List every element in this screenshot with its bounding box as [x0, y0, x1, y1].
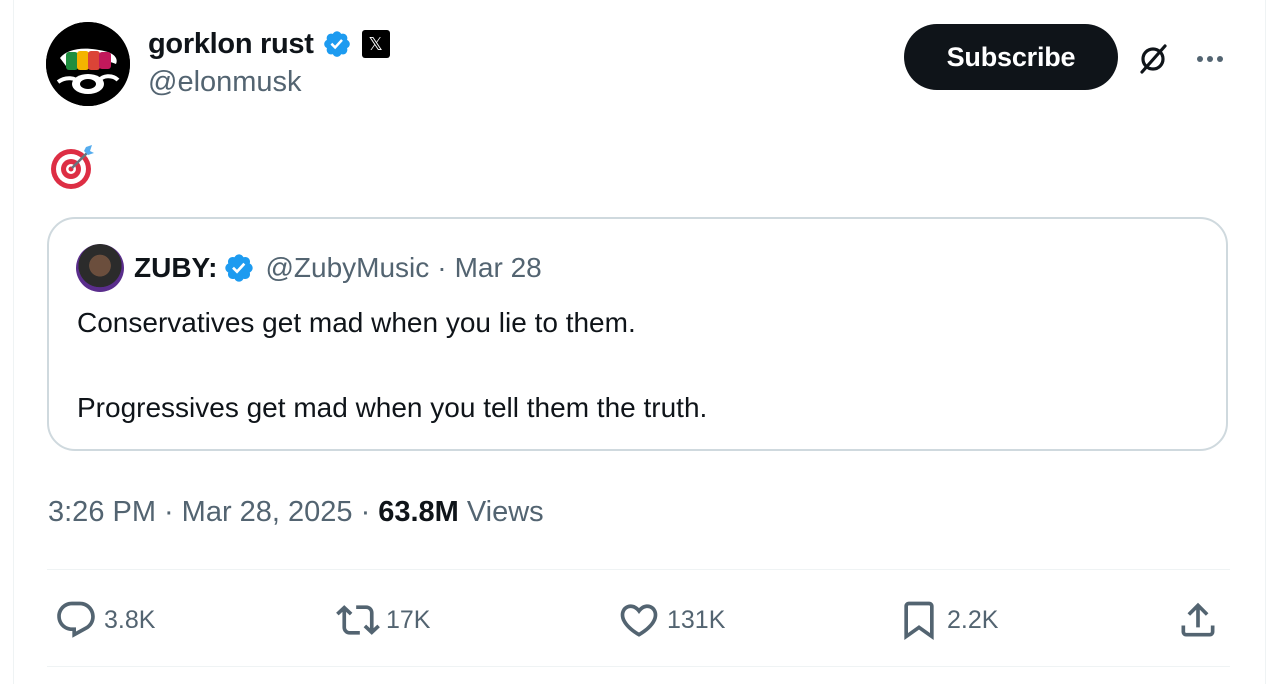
more-icon[interactable] [1190, 40, 1230, 78]
reply-count: 3.8K [104, 605, 156, 634]
subscribe-button[interactable]: Subscribe [904, 24, 1118, 90]
author-avatar[interactable] [46, 22, 130, 106]
grok-icon[interactable] [1134, 40, 1172, 78]
verified-badge-icon [225, 254, 254, 282]
quoted-author-name: ZUBY: [134, 252, 218, 283]
quoted-text-line-1: Conservatives get mad when you lie to th… [77, 307, 636, 338]
reply-icon [57, 601, 95, 638]
share-icon [1181, 602, 1215, 637]
author-handle[interactable]: @elonmusk [148, 66, 390, 99]
like-count: 131K [667, 605, 726, 634]
tweet-detail: gorklon rust 𝕏 @elonmusk Subscribe ZUBY:… [0, 0, 1280, 684]
like-button[interactable]: 131K [617, 598, 725, 642]
quoted-author-handle: @ZubyMusic [265, 252, 430, 283]
column-border-left [13, 0, 14, 684]
tweet-header: gorklon rust 𝕏 @elonmusk Subscribe [46, 22, 1246, 112]
divider [47, 569, 1230, 570]
views-count: 63.8M [378, 496, 459, 528]
direct-hit-emoji [51, 145, 94, 189]
quoted-author-avatar [76, 244, 124, 292]
repost-icon [336, 605, 380, 635]
column-border-right [1265, 0, 1266, 684]
bookmark-button[interactable]: 2.2K [897, 598, 998, 642]
author-name-block: gorklon rust 𝕏 @elonmusk [148, 26, 390, 99]
verified-badge-icon[interactable] [322, 29, 352, 59]
quoted-tweet-header: ZUBY: @ZubyMusic · Mar 28 [76, 244, 542, 292]
divider [47, 666, 1230, 667]
meta-separator: · [360, 496, 371, 528]
tweet-date[interactable]: Mar 28, 2025 [182, 496, 353, 529]
repost-button[interactable]: 17K [336, 598, 430, 642]
author-display-name[interactable]: gorklon rust [148, 28, 314, 61]
quoted-date: Mar 28 [454, 252, 542, 283]
quoted-text-line-2: Progressives get mad when you tell them … [77, 392, 708, 423]
x-affiliate-icon[interactable]: 𝕏 [361, 30, 390, 58]
bookmark-count: 2.2K [947, 605, 999, 634]
quoted-separator: · [437, 252, 447, 283]
quoted-tweet[interactable]: ZUBY: @ZubyMusic · Mar 28 Conservatives … [47, 217, 1228, 451]
tweet-meta: 3:26 PM · Mar 28, 2025 · 63.8M Views [48, 496, 544, 529]
tweet-time[interactable]: 3:26 PM [48, 496, 156, 529]
reply-button[interactable]: 3.8K [54, 598, 155, 642]
repost-count: 17K [386, 605, 431, 634]
meta-separator: · [164, 496, 174, 528]
author-name-row: gorklon rust 𝕏 [148, 26, 390, 62]
share-button[interactable] [1176, 598, 1220, 642]
like-icon [620, 604, 658, 637]
author-avatar-image [46, 22, 130, 106]
bookmark-icon [904, 601, 934, 641]
views-label: Views [466, 496, 544, 528]
